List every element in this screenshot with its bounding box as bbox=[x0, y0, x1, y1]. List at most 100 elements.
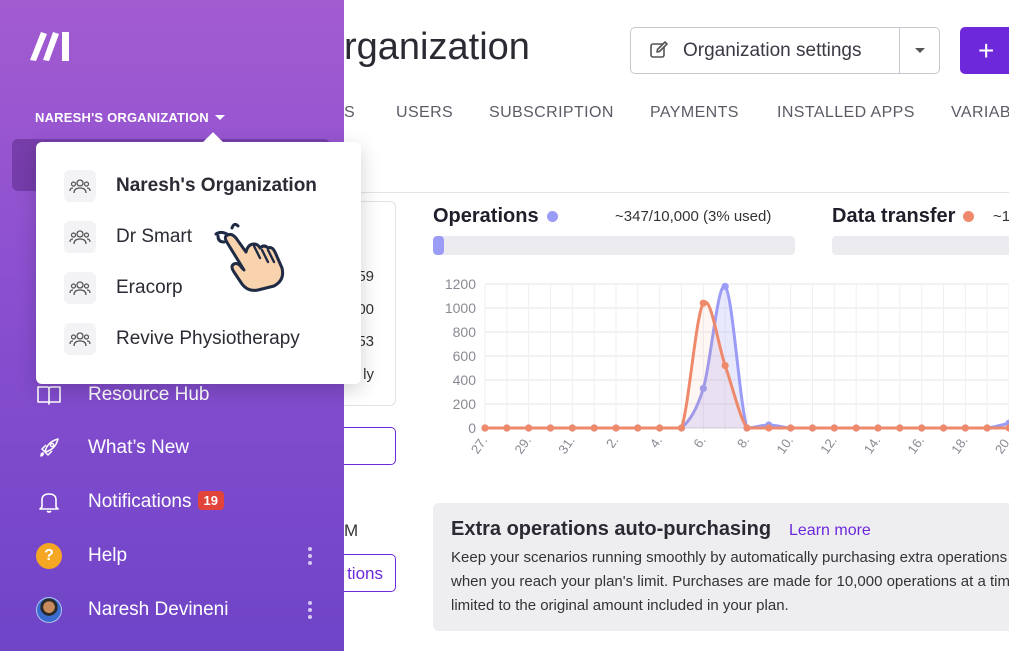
organization-settings-button[interactable]: Organization settings bbox=[631, 28, 899, 73]
org-option-label: Naresh's Organization bbox=[116, 175, 317, 196]
tab-bar: S USERS SUBSCRIPTION PAYMENTS INSTALLED … bbox=[344, 104, 1009, 128]
organization-settings-label: Organization settings bbox=[683, 39, 862, 61]
plan-text: M bbox=[344, 521, 359, 540]
learn-more-link[interactable]: Learn more bbox=[789, 522, 871, 540]
make-logo-icon bbox=[30, 32, 69, 61]
operations-progress-fill bbox=[433, 236, 444, 255]
sidebar-item-help[interactable]: ? Help bbox=[0, 536, 344, 576]
data-transfer-heading: Data transfer bbox=[832, 205, 975, 228]
x-tick-label: 8. bbox=[734, 433, 753, 450]
sidebar-item-label: What’s New bbox=[88, 437, 190, 458]
plan-options-button[interactable]: tions bbox=[344, 554, 396, 592]
settings-dropdown-toggle[interactable] bbox=[900, 28, 940, 73]
data-point bbox=[787, 424, 795, 432]
x-tick-label: 31. bbox=[555, 433, 578, 456]
help-circle-icon: ? bbox=[36, 543, 62, 569]
data-point bbox=[699, 299, 707, 307]
edit-icon bbox=[650, 41, 668, 58]
data-point bbox=[808, 424, 817, 432]
data-transfer-progress-bar bbox=[832, 236, 1009, 255]
more-options-icon[interactable] bbox=[308, 601, 312, 619]
operations-usage: ~347/10,000 (3% used) bbox=[615, 208, 772, 225]
tab-variables[interactable]: VARIAB bbox=[951, 104, 1009, 122]
user-avatar bbox=[36, 597, 62, 623]
data-point bbox=[743, 424, 751, 432]
org-option-label: Revive Physiotherapy bbox=[116, 328, 300, 349]
data-transfer-dot-icon bbox=[963, 211, 975, 222]
y-tick-label: 200 bbox=[453, 396, 477, 412]
data-point bbox=[721, 282, 729, 290]
more-options-icon[interactable] bbox=[308, 547, 312, 565]
book-open-icon bbox=[36, 382, 62, 408]
rocket-icon bbox=[36, 435, 62, 461]
data-point bbox=[830, 424, 838, 432]
auto-purchase-info-box: Extra operations auto-purchasing Learn m… bbox=[433, 503, 1009, 631]
data-point bbox=[983, 424, 991, 432]
x-tick-label: 29. bbox=[511, 433, 534, 456]
x-tick-label: 27. bbox=[468, 433, 491, 456]
data-point bbox=[721, 362, 729, 370]
info-title: Extra operations auto-purchasing bbox=[451, 518, 772, 540]
data-point bbox=[656, 424, 664, 432]
data-point bbox=[590, 424, 598, 432]
bell-icon bbox=[36, 489, 62, 515]
data-point bbox=[612, 424, 620, 432]
sidebar-item-label: Naresh Devineni bbox=[88, 599, 229, 620]
organization-switcher-label: NARESH'S ORGANIZATION bbox=[35, 110, 209, 125]
tabs-divider bbox=[344, 192, 1009, 193]
data-point bbox=[896, 424, 904, 432]
organization-switcher[interactable]: NARESH'S ORGANIZATION bbox=[35, 110, 225, 125]
data-point bbox=[939, 424, 948, 432]
y-tick-label: 600 bbox=[453, 348, 477, 364]
y-tick-label: 400 bbox=[453, 372, 477, 388]
hand-pointer-cursor-icon bbox=[214, 222, 285, 292]
y-tick-label: 1200 bbox=[445, 276, 476, 292]
users-icon bbox=[64, 272, 96, 304]
y-tick-label: 1000 bbox=[445, 300, 476, 316]
tab-subscription[interactable]: SUBSCRIPTION bbox=[489, 104, 614, 122]
operations-progress-bar bbox=[433, 236, 795, 255]
org-option-label: Dr Smart bbox=[116, 226, 192, 247]
sidebar-item-label: Help bbox=[88, 545, 128, 566]
tab-payments[interactable]: PAYMENTS bbox=[650, 104, 739, 122]
data-point bbox=[677, 424, 686, 432]
x-tick-label: 20. bbox=[992, 433, 1009, 456]
org-option-dr-smart[interactable]: Dr Smart bbox=[36, 215, 361, 259]
chevron-down-icon bbox=[915, 48, 925, 53]
organization-settings-button-group: Organization settings bbox=[630, 27, 940, 74]
data-point bbox=[634, 424, 642, 432]
operations-chart: 0 200 400 600 800 1000 1200 27. 29. 31. 2. 4. 6. 8. 10… bbox=[445, 276, 1009, 457]
data-transfer-title: Data transfer bbox=[832, 205, 956, 227]
data-point bbox=[525, 424, 533, 432]
tab-users[interactable]: USERS bbox=[396, 104, 453, 122]
notification-count-badge: 19 bbox=[197, 491, 224, 510]
operations-heading: Operations bbox=[433, 205, 558, 228]
tab-installed-apps[interactable]: INSTALLED APPS bbox=[777, 104, 915, 122]
data-point bbox=[852, 424, 860, 432]
tab-truncated[interactable]: S bbox=[344, 104, 355, 122]
org-option-revive-physiotherapy[interactable]: Revive Physiotherapy bbox=[36, 317, 361, 361]
users-icon bbox=[64, 221, 96, 253]
x-tick-label: 4. bbox=[647, 433, 666, 450]
info-description: Keep your scenarios running smoothly by … bbox=[451, 549, 1009, 614]
data-point bbox=[918, 424, 926, 432]
x-tick-label: 12. bbox=[817, 433, 840, 456]
data-point bbox=[546, 424, 555, 432]
users-icon bbox=[64, 170, 96, 202]
caret-down-icon bbox=[214, 115, 225, 120]
x-tick-label: 6. bbox=[690, 433, 709, 450]
y-tick-label: 0 bbox=[468, 420, 476, 436]
x-tick-label: 14. bbox=[861, 433, 884, 456]
data-point bbox=[481, 424, 489, 432]
data-transfer-usage: ~1 bbox=[993, 208, 1009, 225]
operations-title: Operations bbox=[433, 205, 539, 227]
sidebar-item-whats-new[interactable]: What’s New bbox=[0, 428, 344, 468]
create-button[interactable]: + bbox=[960, 27, 1009, 74]
sidebar-item-notifications[interactable]: Notifications 19 bbox=[0, 482, 344, 522]
data-point bbox=[503, 424, 511, 432]
org-option-eracorp[interactable]: Eracorp bbox=[36, 266, 361, 310]
org-option-nareshs-organization[interactable]: Naresh's Organization bbox=[36, 164, 361, 208]
data-point bbox=[874, 424, 882, 432]
plan-action-button[interactable] bbox=[344, 427, 396, 465]
sidebar-item-profile[interactable]: Naresh Devineni bbox=[0, 590, 344, 630]
